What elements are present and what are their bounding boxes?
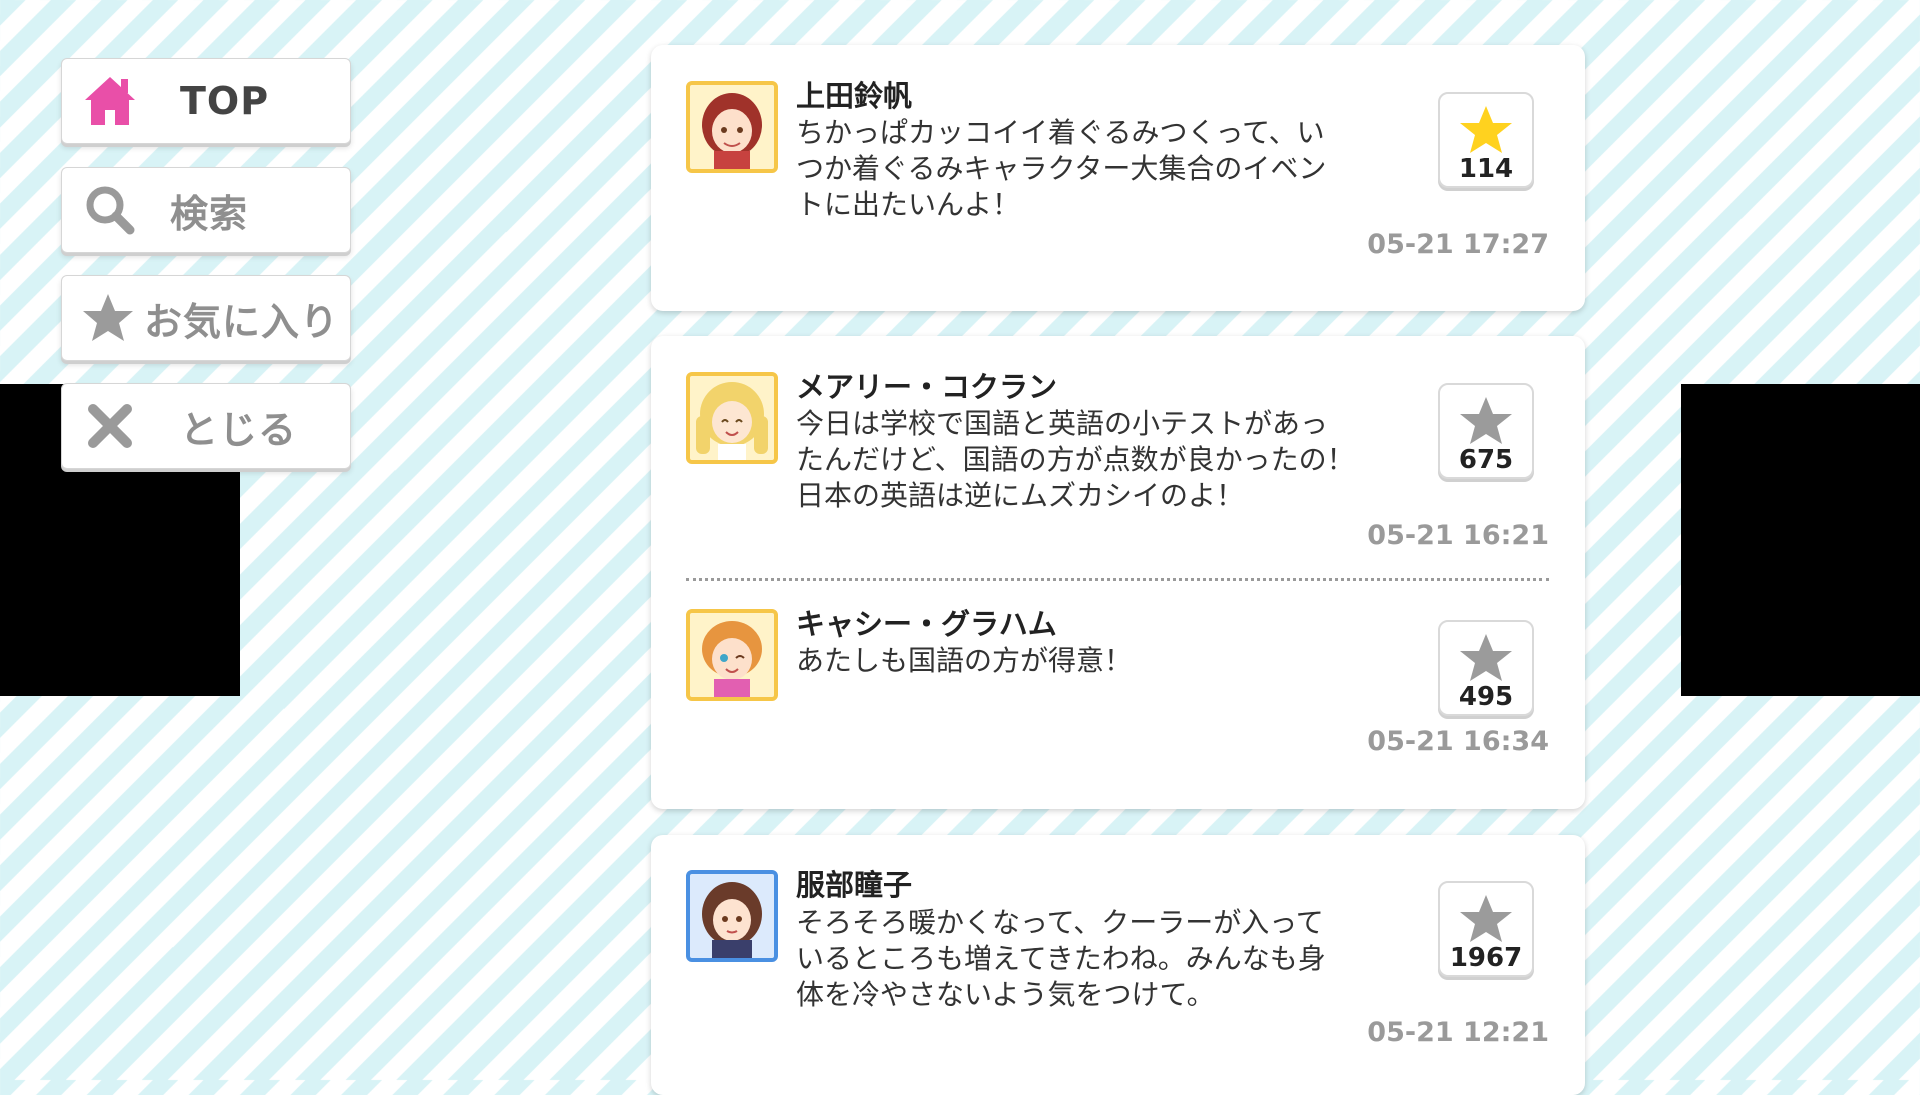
post-time: 05-21 17:27 — [1367, 229, 1549, 260]
favorite-button[interactable]: 675 — [1438, 383, 1534, 479]
post-author: キャシー・グラハム — [796, 607, 1057, 641]
avatar[interactable] — [686, 609, 778, 701]
favorite-count: 1967 — [1449, 943, 1523, 973]
close-button[interactable]: とじる — [61, 383, 351, 469]
favorite-count: 495 — [1458, 682, 1514, 712]
favorite-button[interactable]: 1967 — [1438, 881, 1534, 977]
post-card: 上田鈴帆 ちかっぱカッコイイ着ぐるみつくって、い つか着ぐるみキャラクター大集合… — [651, 45, 1585, 311]
search-button-label: 検索 — [170, 191, 249, 236]
favorite-count: 114 — [1458, 154, 1514, 184]
post-author: 服部瞳子 — [796, 868, 913, 902]
letterbox-right — [1681, 384, 1920, 696]
favorite-count: 675 — [1458, 445, 1514, 475]
reply-divider — [686, 578, 1549, 581]
post-card: 服部瞳子 そろそろ暖かくなって、クーラーが入って いるところも増えてきたわね。み… — [651, 835, 1585, 1095]
star-icon — [1460, 895, 1512, 942]
post-message: 今日は学校で国語と英語の小テストがあっ たんだけど、国語の方が点数が良かったの！… — [796, 407, 1355, 512]
star-icon — [1460, 634, 1512, 681]
post-author: 上田鈴帆 — [796, 79, 913, 113]
favorite-button[interactable]: 495 — [1438, 620, 1534, 716]
favorites-button[interactable]: お気に入り — [61, 275, 351, 361]
search-icon — [80, 180, 140, 240]
post-message: そろそろ暖かくなって、クーラーが入って いるところも増えてきたわね。みんなも身 … — [796, 906, 1326, 1011]
close-button-label: とじる — [180, 407, 298, 452]
post-time: 05-21 16:34 — [1367, 726, 1549, 757]
post-message: ちかっぱカッコイイ着ぐるみつくって、い つか着ぐるみキャラクター大集合のイベン … — [796, 116, 1327, 221]
close-icon — [80, 396, 140, 456]
avatar[interactable] — [686, 870, 778, 962]
home-icon — [80, 71, 140, 131]
favorites-button-label: お気に入り — [144, 299, 340, 344]
search-button[interactable]: 検索 — [61, 167, 351, 253]
post-time: 05-21 16:21 — [1367, 520, 1549, 551]
post-author: メアリー・コクラン — [796, 370, 1058, 404]
star-icon — [1460, 397, 1512, 444]
post-time: 05-21 12:21 — [1367, 1017, 1549, 1048]
top-button[interactable]: TOP — [61, 58, 351, 144]
post-message: あたしも国語の方が得意！ — [796, 644, 1133, 677]
favorite-button[interactable]: 114 — [1438, 92, 1534, 188]
star-icon — [78, 288, 138, 348]
star-icon — [1460, 106, 1512, 153]
avatar[interactable] — [686, 81, 778, 173]
post-card: メアリー・コクラン 今日は学校で国語と英語の小テストがあっ たんだけど、国語の方… — [651, 336, 1585, 809]
avatar[interactable] — [686, 372, 778, 464]
top-button-label: TOP — [180, 79, 270, 123]
